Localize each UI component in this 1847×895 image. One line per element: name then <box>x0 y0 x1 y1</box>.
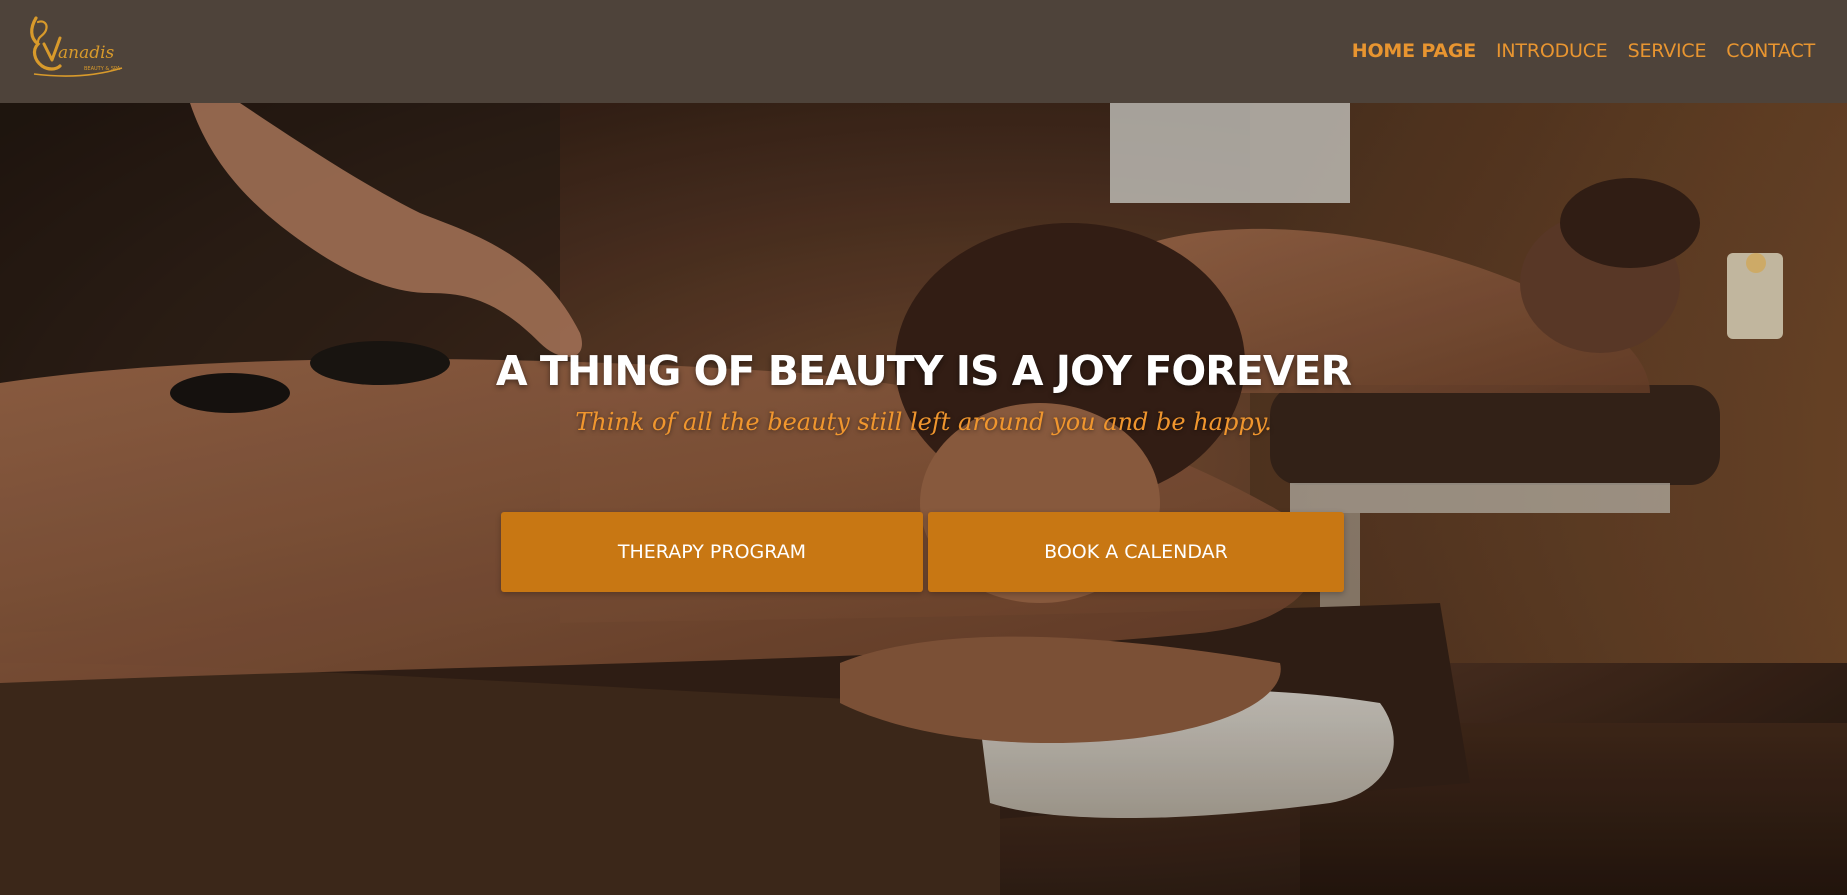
hero-subtitle: Think of all the beauty still left aroun… <box>575 408 1272 436</box>
svg-text:BEAUTY & SPA: BEAUTY & SPA <box>84 66 121 72</box>
nav-introduce[interactable]: INTRODUCE <box>1496 40 1608 62</box>
site-header: anadis BEAUTY & SPA HOME PAGE INTRODUCE … <box>0 0 1847 103</box>
hero-section: A THING OF BEAUTY IS A JOY FOREVER Think… <box>0 103 1847 895</box>
brand-logo[interactable]: anadis BEAUTY & SPA <box>26 14 126 80</box>
hero-overlay <box>0 103 1847 895</box>
svg-text:anadis: anadis <box>58 43 115 63</box>
main-nav: HOME PAGE INTRODUCE SERVICE CONTACT <box>1352 40 1815 62</box>
nav-home-page[interactable]: HOME PAGE <box>1352 40 1476 62</box>
nav-service[interactable]: SERVICE <box>1628 40 1707 62</box>
therapy-program-button[interactable]: THERAPY PROGRAM <box>501 512 923 592</box>
book-calendar-button[interactable]: BOOK A CALENDAR <box>928 512 1344 592</box>
hero-title: A THING OF BEAUTY IS A JOY FOREVER <box>495 347 1352 395</box>
vanadis-logo-icon: anadis BEAUTY & SPA <box>30 16 123 77</box>
nav-contact[interactable]: CONTACT <box>1726 40 1815 62</box>
